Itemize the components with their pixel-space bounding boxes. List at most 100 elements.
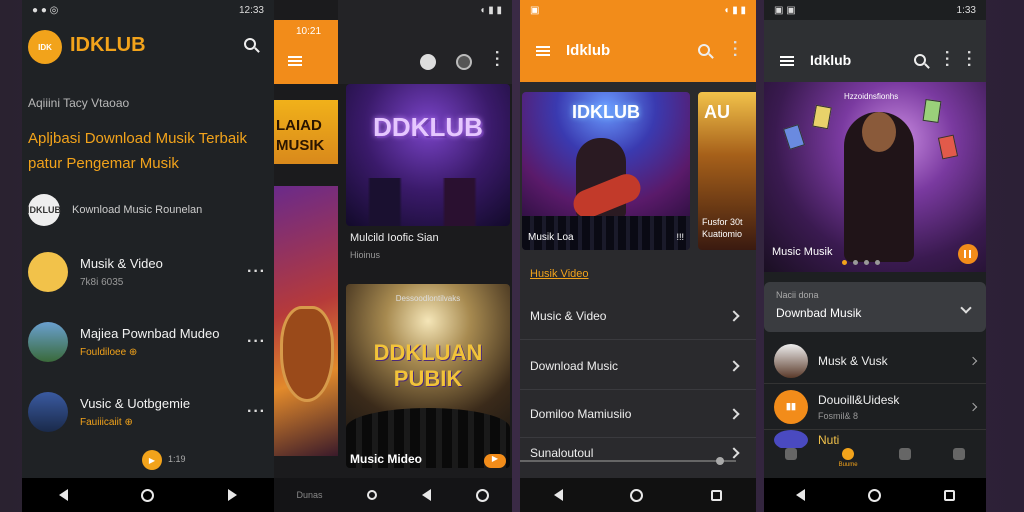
- search-icon[interactable]: [244, 38, 256, 50]
- app-logo: IDK: [28, 30, 62, 64]
- list-item[interactable]: Musik & Video 7k8i 6035 ···: [28, 252, 266, 292]
- poster-caption: Mulcild Ioofic Sian: [350, 232, 439, 244]
- more-icon[interactable]: ···: [247, 264, 266, 280]
- list-item[interactable]: IDKLUB Kownload Music Rounelan: [27, 194, 266, 226]
- poster-card[interactable]: DDKLUB: [346, 84, 510, 226]
- avatar: [28, 252, 68, 292]
- poster-sub: Hioinus: [350, 250, 381, 260]
- list-item[interactable]: ▮▮ Douoill&Uidesk Fosmil& 8: [764, 384, 986, 430]
- avatar: [774, 343, 808, 378]
- more-icon[interactable]: ···: [488, 50, 505, 69]
- side-guitar-image[interactable]: [274, 186, 338, 456]
- subtitle: Aqiiini Tacy Vtaoao: [28, 96, 130, 110]
- chevron-right-icon: [728, 359, 740, 372]
- tab-location[interactable]: [953, 448, 966, 462]
- app-bar: Idklub ···: [520, 20, 756, 82]
- list-item-sub: Fosmil& 8: [818, 410, 859, 421]
- dropdown-value: Downbad Musik: [776, 306, 862, 320]
- system-nav-bar: [22, 478, 274, 512]
- play-badge[interactable]: ▶: [484, 454, 506, 468]
- search-icon[interactable]: [698, 44, 710, 56]
- poster-caption: Music Mideo: [350, 452, 423, 466]
- floating-card: [937, 134, 959, 160]
- settings-icon[interactable]: [456, 54, 472, 70]
- menu-button[interactable]: [288, 56, 302, 66]
- status-bar: ◖ ▮ ▮: [338, 0, 512, 20]
- dropdown-label: Nacii dona: [776, 290, 819, 300]
- more-icon[interactable]: ···: [247, 404, 266, 420]
- home-icon[interactable]: [630, 488, 644, 502]
- poster-performers: [356, 178, 500, 226]
- more-icon[interactable]: ···: [247, 334, 266, 350]
- more-icon[interactable]: ···: [938, 50, 955, 69]
- pager-dot[interactable]: [875, 260, 880, 265]
- poster-title: DDKLUAN PUBIK: [346, 340, 510, 392]
- status-time: 1:33: [956, 4, 976, 16]
- hero-card[interactable]: IDKLUB Musik Loa !!!: [522, 92, 690, 250]
- status-time: 10:21: [290, 24, 328, 39]
- menu-item[interactable]: Domiloo Mamiusiio: [520, 390, 756, 438]
- tab-music[interactable]: Buume: [839, 448, 858, 468]
- hero-top-text: Hzzoidnsfionhs: [844, 92, 899, 101]
- hero-card-secondary[interactable]: AU Fusfor 30t Kuatiomio: [698, 92, 756, 250]
- tab-home[interactable]: [784, 448, 797, 462]
- list-item-sub: 7k8i 6035: [80, 277, 124, 288]
- recents-icon[interactable]: [943, 489, 955, 501]
- back-icon[interactable]: [553, 489, 563, 501]
- slider-thumb[interactable]: [716, 457, 724, 465]
- play-fab-button[interactable]: ▶: [142, 450, 162, 470]
- category-dropdown[interactable]: Nacii dona Downbad Musik: [764, 282, 986, 332]
- menu-item[interactable]: Music & Video: [520, 292, 756, 340]
- carousel-pager[interactable]: [842, 260, 880, 265]
- hero-tag: !!!: [676, 232, 684, 242]
- profile-icon[interactable]: [420, 54, 436, 70]
- home-icon[interactable]: [867, 488, 881, 502]
- hero-banner[interactable]: Hzzoidnsfionhs Music Musik: [764, 82, 986, 272]
- recents-icon[interactable]: [228, 489, 238, 501]
- list-item-title: Majiea Pownbad Mudeo: [80, 326, 220, 341]
- pager-dot[interactable]: [864, 260, 869, 265]
- pager-dot[interactable]: [842, 260, 847, 265]
- screen-home-drawer: ● ● ◎ 12:33 IDK IDKLUB Aqiiini Tacy Vtao…: [22, 0, 274, 512]
- list-item-title: Musk & Vusk: [818, 353, 888, 368]
- chevron-right-icon: [968, 356, 978, 365]
- search-icon[interactable]: [914, 54, 926, 66]
- back-icon[interactable]: [58, 489, 68, 501]
- list-item[interactable]: Nuti: [764, 430, 986, 450]
- menu-item[interactable]: Download Music: [520, 342, 756, 390]
- back-icon[interactable]: [422, 489, 432, 501]
- home-icon[interactable]: [476, 488, 490, 502]
- side-card[interactable]: LAIAD MUSIK: [274, 100, 338, 164]
- pager-dot[interactable]: [853, 260, 858, 265]
- system-nav-bar: Dunas: [274, 478, 512, 512]
- location-tab-icon: [953, 448, 966, 460]
- status-icons-left: ● ● ◎: [32, 4, 59, 16]
- recents-icon[interactable]: [711, 489, 723, 501]
- poster-top-text: Dessoodlontilvaks: [395, 294, 461, 303]
- menu-icon[interactable]: [780, 56, 794, 66]
- status-icons-right: ◖ ▮ ▮: [723, 4, 746, 16]
- chevron-right-icon: [728, 309, 740, 322]
- dot-icon[interactable]: [367, 490, 378, 500]
- floating-card: [812, 104, 832, 130]
- status-icons-left: ▣: [530, 4, 540, 16]
- back-icon[interactable]: [795, 489, 805, 501]
- pause-button[interactable]: [958, 244, 978, 264]
- list-item[interactable]: Vusic & Uotbgemie Fauiiicaiit ⊕ ···: [28, 392, 266, 432]
- chevron-right-icon: [728, 447, 740, 459]
- menu-icon[interactable]: [536, 46, 550, 56]
- poster-card[interactable]: Dessoodlontilvaks DDKLUAN PUBIK: [346, 284, 510, 468]
- more-icon[interactable]: ···: [726, 40, 743, 59]
- avatar: [28, 392, 68, 432]
- home-icon[interactable]: [141, 488, 155, 502]
- list-item-title: Douoill&Uidesk: [818, 392, 900, 407]
- tab-library[interactable]: [899, 448, 912, 462]
- brand-title: IDKLUB: [70, 34, 146, 56]
- overflow-icon[interactable]: ···: [960, 50, 977, 69]
- library-tab-icon: [899, 448, 912, 460]
- list-item[interactable]: Majiea Pownbad Mudeo Fouldiloee ⊕ ···: [28, 322, 266, 362]
- list-item[interactable]: Musk & Vusk: [764, 338, 986, 384]
- performer-face: [862, 112, 896, 152]
- list-item-sub: Fauiiicaiit ⊕: [80, 417, 133, 428]
- progress-slider[interactable]: [520, 460, 736, 462]
